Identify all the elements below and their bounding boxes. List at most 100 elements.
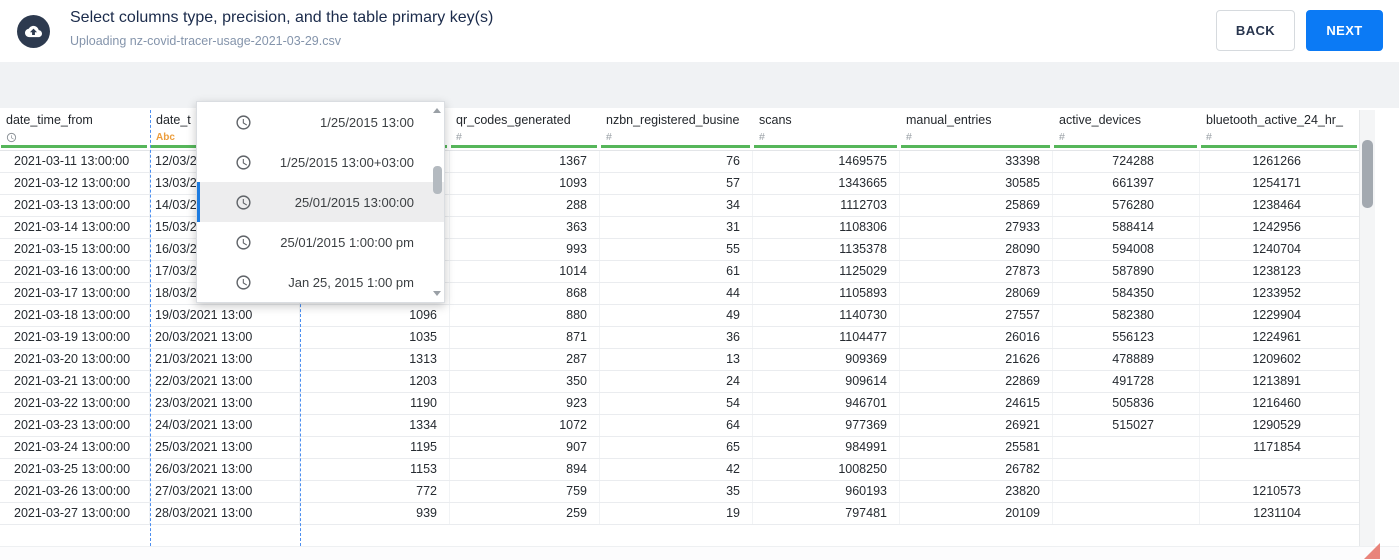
grid-cell: 1096 [300,305,450,326]
column-name: nzbn_registered_busine [606,113,740,127]
grid-cell: 1108306 [753,217,900,238]
grid-cell: 576280 [1053,195,1200,216]
grid-cell: 939 [300,503,450,524]
grid-cell: 2021-03-24 13:00:00 [0,437,150,458]
grid-cell: 350 [450,371,600,392]
grid-cell: 26921 [900,415,1053,436]
grid-cell: 582380 [1053,305,1200,326]
column-type-bar [1054,145,1197,148]
grid-cell: 1008250 [753,459,900,480]
grid-cell [1053,481,1200,502]
grid-cell: 909369 [753,349,900,370]
grid-cell: 65 [600,437,753,458]
grid-cell: 28069 [900,283,1053,304]
grid-cell: 594008 [1053,239,1200,260]
grid-cell: 2021-03-12 13:00:00 [0,173,150,194]
grid-cell: 2021-03-17 13:00:00 [0,283,150,304]
grid-cell: 21626 [900,349,1053,370]
grid-cell: 1112703 [753,195,900,216]
grid-cell: 772 [300,481,450,502]
grid-cell: 26/03/2021 13:00 [150,459,300,480]
next-button[interactable]: NEXT [1306,10,1383,51]
grid-cell: 478889 [1053,349,1200,370]
grid-cell: 35 [600,481,753,502]
table-row: 2021-03-23 13:00:00 24/03/2021 13:00 1334 1… [0,415,1360,437]
grid-cell [1200,459,1360,480]
grid-cell: 30585 [900,173,1053,194]
grid-cell: 894 [450,459,600,480]
column-header[interactable]: date_time_from [0,110,150,150]
format-option[interactable]: 25/01/2015 1:00:00 pm [197,222,444,262]
page-title: Select columns type, precision, and the … [70,9,494,26]
column-type-icon: # [759,131,765,143]
grid-cell: 259 [450,503,600,524]
grid-cell: 2021-03-13 13:00:00 [0,195,150,216]
column-type-bar [1201,145,1357,148]
grid-cell: 2021-03-25 13:00:00 [0,459,150,480]
grid-cell: 27557 [900,305,1053,326]
grid-cell: 2021-03-27 13:00:00 [0,503,150,524]
grid-cell: 1469575 [753,151,900,172]
column-header[interactable]: nzbn_registered_busine # [600,110,753,150]
vertical-scrollbar[interactable] [1359,110,1375,546]
scroll-down-icon[interactable] [433,291,441,296]
grid-cell: 1261266 [1200,151,1360,172]
grid-cell: 588414 [1053,217,1200,238]
column-header[interactable]: bluetooth_active_24_hr_ # [1200,110,1360,150]
horizontal-scrollbar[interactable] [0,546,1399,560]
menu-scrollbar[interactable] [431,102,444,302]
grid-cell: 31 [600,217,753,238]
format-option[interactable]: 1/25/2015 13:00+03:00 [197,142,444,182]
grid-cell: 24 [600,371,753,392]
grid-cell: 1153 [300,459,450,480]
column-type-icon: # [906,131,912,143]
column-name: scans [759,113,792,127]
grid-cell: 797481 [753,503,900,524]
grid-cell: 1035 [300,327,450,348]
back-button[interactable]: BACK [1216,10,1295,51]
grid-cell: 2021-03-26 13:00:00 [0,481,150,502]
table-row: 2021-03-21 13:00:00 22/03/2021 13:00 1203 3… [0,371,1360,393]
grid-cell: 27873 [900,261,1053,282]
grid-cell: 19/03/2021 13:00 [150,305,300,326]
vertical-scrollbar-thumb[interactable] [1362,140,1373,208]
grid-cell [1053,437,1200,458]
grid-cell: 57 [600,173,753,194]
column-type-icon: # [456,131,462,143]
column-name: manual_entries [906,113,992,127]
format-option[interactable]: 1/25/2015 13:00 [197,102,444,142]
column-type-icon: # [1206,131,1212,143]
grid-cell: 61 [600,261,753,282]
column-header[interactable]: manual_entries # [900,110,1053,150]
column-header[interactable]: active_devices # [1053,110,1200,150]
menu-scrollbar-thumb[interactable] [433,166,442,194]
column-header[interactable]: qr_codes_generated # [450,110,600,150]
grid-cell: 868 [450,283,600,304]
grid-cell: 55 [600,239,753,260]
scroll-up-icon[interactable] [433,108,441,113]
grid-cell: 287 [450,349,600,370]
grid-cell: 1224961 [1200,327,1360,348]
grid-cell: 25/03/2021 13:00 [150,437,300,458]
grid-cell: 22869 [900,371,1053,392]
grid-cell: 1254171 [1200,173,1360,194]
grid-cell: 1014 [450,261,600,282]
grid-cell: 20109 [900,503,1053,524]
grid-cell: 1229904 [1200,305,1360,326]
column-name: bluetooth_active_24_hr_ [1206,113,1343,127]
column-header[interactable]: scans # [753,110,900,150]
grid-cell: 2021-03-15 13:00:00 [0,239,150,260]
format-option[interactable]: 25/01/2015 13:00:00 [197,182,444,222]
grid-cell: 984991 [753,437,900,458]
table-row: 2021-03-25 13:00:00 26/03/2021 13:00 1153 8… [0,459,1360,481]
column-name: date_time_from [6,113,93,127]
column-type-bar [901,145,1050,148]
grid-cell: 946701 [753,393,900,414]
format-option[interactable]: Jan 25, 2015 1:00 pm [197,262,444,302]
grid-cell: 515027 [1053,415,1200,436]
clock-icon [235,274,252,291]
column-type-bar [451,145,597,148]
column-name: qr_codes_generated [456,113,571,127]
grid-cell: 977369 [753,415,900,436]
grid-cell: 363 [450,217,600,238]
